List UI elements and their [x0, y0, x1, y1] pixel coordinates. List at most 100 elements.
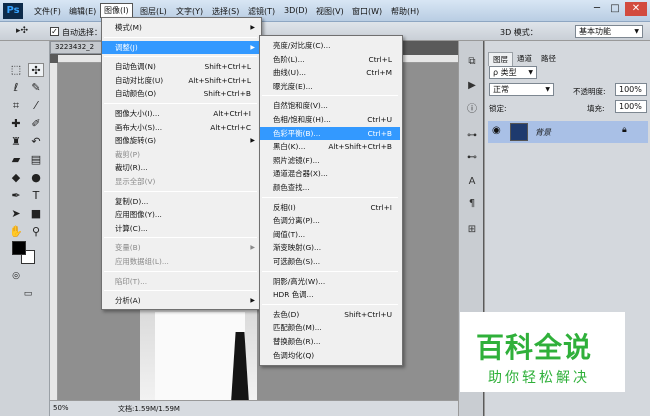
properties-panel-icon[interactable]: ⊞: [465, 223, 479, 237]
dodge-tool-icon[interactable]: ●: [28, 171, 44, 185]
menu-item[interactable]: 去色(D) Shift+Ctrl+U: [260, 308, 400, 321]
tab-paths[interactable]: 路径: [537, 52, 560, 65]
menu-item[interactable]: 通道混合器(X)...: [260, 167, 400, 180]
menu-separator: [262, 270, 398, 272]
quick-select-tool-icon[interactable]: ✎: [28, 81, 44, 95]
menu-item[interactable]: 自动颜色(O) Shift+Ctrl+B: [102, 87, 259, 100]
menu-item[interactable]: 图像大小(I)... Alt+Ctrl+I: [102, 107, 259, 120]
menu-item-label: 自动颜色(O): [115, 89, 157, 99]
menu-item[interactable]: 曲线(U)... Ctrl+M: [260, 66, 400, 79]
menu-item[interactable]: 替换颜色(R)...: [260, 335, 400, 348]
menu-item[interactable]: 阴影/高光(W)...: [260, 275, 400, 288]
healing-brush-tool-icon[interactable]: ✚: [8, 117, 24, 131]
menu-item[interactable]: 匹配颜色(M)...: [260, 321, 400, 334]
hand-tool-icon[interactable]: ✋: [8, 225, 24, 239]
menu-item[interactable]: 反相(I) Ctrl+I: [260, 201, 400, 214]
menu-item[interactable]: 色相/饱和度(H)... Ctrl+U: [260, 113, 400, 126]
eye-icon[interactable]: ◉: [492, 125, 501, 136]
maximize-button[interactable]: □: [606, 2, 624, 16]
info-panel-icon[interactable]: ⓘ: [465, 103, 479, 117]
screen-mode-icon[interactable]: ▭: [20, 287, 36, 301]
path-select-tool-icon[interactable]: ➤: [8, 207, 24, 221]
menu-item[interactable]: 色调均化(Q): [260, 349, 400, 362]
move-tool-icon[interactable]: ✣: [28, 63, 44, 77]
layer-row[interactable]: ◉ 背景 🔒︎: [488, 121, 648, 143]
history-panel-icon[interactable]: ⧉: [465, 55, 479, 69]
menu-item[interactable]: 色彩平衡(B)... Ctrl+B: [260, 126, 400, 140]
lasso-tool-icon[interactable]: ℓ: [8, 81, 24, 95]
menu-item[interactable]: 图像旋转(G) ▶: [102, 134, 259, 147]
menu-item[interactable]: 曝光度(E)...: [260, 80, 400, 93]
menu-item[interactable]: 阈值(T)...: [260, 228, 400, 241]
layer-kind-filter[interactable]: ρ 类型 ▼: [489, 66, 537, 79]
menu-file[interactable]: 文件(F): [31, 5, 64, 18]
menu-item[interactable]: 可选颜色(S)...: [260, 255, 400, 268]
menu-item[interactable]: HDR 色调...: [260, 288, 400, 301]
menu-item[interactable]: 应用图像(Y)...: [102, 208, 259, 221]
menu-item-label: 分析(A): [115, 296, 141, 306]
menu-view[interactable]: 视图(V): [313, 5, 347, 18]
menu-item[interactable]: 画布大小(S)... Alt+Ctrl+C: [102, 121, 259, 134]
minimize-button[interactable]: ─: [588, 2, 606, 16]
move-tool-preset-icon[interactable]: ▸✣: [14, 24, 30, 38]
tab-channels[interactable]: 通道: [513, 52, 536, 65]
adjust-panel-icon[interactable]: ⊶: [465, 129, 479, 143]
menu-item[interactable]: 调整(J) ▶: [102, 40, 259, 54]
menu-item[interactable]: 色调分离(P)...: [260, 214, 400, 227]
menu-item[interactable]: 颜色查找...: [260, 181, 400, 194]
menu-item[interactable]: 自然饱和度(V)...: [260, 99, 400, 112]
menu-item-shortcut: Alt+Ctrl+C: [210, 122, 251, 132]
menu-item[interactable]: 模式(M) ▶: [102, 21, 259, 34]
actions-panel-icon[interactable]: ▶: [465, 79, 479, 93]
menu-item[interactable]: 渐变映射(G)...: [260, 241, 400, 254]
quick-mask-icon[interactable]: ◎: [8, 269, 24, 283]
menu-item[interactable]: 自动对比度(U) Alt+Shift+Ctrl+L: [102, 74, 259, 87]
menu-item[interactable]: 裁切(R)...: [102, 161, 259, 174]
crop-tool-icon[interactable]: ⌗: [8, 99, 24, 113]
gradient-tool-icon[interactable]: ▤: [28, 153, 44, 167]
blend-mode-select[interactable]: 正常 ▼: [489, 83, 554, 96]
blur-tool-icon[interactable]: ◆: [8, 171, 24, 185]
zoom-level[interactable]: 50%: [53, 404, 69, 412]
history-brush-tool-icon[interactable]: ↶: [28, 135, 44, 149]
rectangle-tool-icon[interactable]: ■: [28, 207, 44, 221]
layer-name[interactable]: 背景: [535, 127, 551, 138]
menu-help[interactable]: 帮助(H): [388, 5, 422, 18]
zoom-tool-icon[interactable]: ⚲: [28, 225, 44, 239]
menu-item-label: 通道混合器(X)...: [273, 169, 328, 179]
menu-item[interactable]: 亮度/对比度(C)...: [260, 39, 400, 52]
menu-item[interactable]: 色阶(L)... Ctrl+L: [260, 53, 400, 66]
menu-item[interactable]: 自动色调(N) Shift+Ctrl+L: [102, 60, 259, 73]
fill-input[interactable]: 100%: [615, 100, 647, 113]
brush-panel-icon[interactable]: ⊷: [465, 151, 479, 165]
eyedropper-tool-icon[interactable]: ⁄: [28, 99, 44, 113]
menu-item[interactable]: 照片滤镜(F)...: [260, 154, 400, 167]
clone-stamp-tool-icon[interactable]: ♜: [8, 135, 24, 149]
menu-3d[interactable]: 3D(D): [281, 5, 311, 16]
menu-edit[interactable]: 编辑(E): [66, 5, 99, 18]
foreground-color-swatch[interactable]: [12, 241, 26, 255]
menu-item-label: 陷印(T)...: [115, 276, 148, 286]
menu-item-label: 阴影/高光(W)...: [273, 276, 326, 286]
close-button[interactable]: ✕: [625, 2, 647, 16]
character-panel-icon[interactable]: A: [465, 175, 479, 189]
brush-tool-icon[interactable]: ✐: [28, 117, 44, 131]
type-tool-icon[interactable]: T: [28, 189, 44, 203]
pen-tool-icon[interactable]: ✒: [8, 189, 24, 203]
menu-item[interactable]: 黑白(K)... Alt+Shift+Ctrl+B: [260, 140, 400, 153]
eraser-tool-icon[interactable]: ▰: [8, 153, 24, 167]
menu-image[interactable]: 图像(I): [100, 3, 133, 18]
opacity-input[interactable]: 100%: [615, 83, 647, 96]
marquee-tool-icon[interactable]: ⬚: [8, 63, 24, 77]
auto-select-checkbox[interactable]: ✓: [50, 27, 59, 36]
menu-window[interactable]: 窗口(W): [349, 5, 385, 18]
status-bar: 50% 文档:1.59M/1.59M: [50, 400, 458, 416]
tab-layers[interactable]: 图层: [488, 52, 513, 66]
paragraph-panel-icon[interactable]: ¶: [465, 197, 479, 211]
menu-item-label: 颜色查找...: [273, 183, 310, 192]
menu-item[interactable]: 计算(C)...: [102, 222, 259, 235]
menu-item[interactable]: 分析(A) ▶: [102, 294, 259, 307]
vertical-ruler: [50, 63, 58, 400]
menu-item[interactable]: 复制(D)...: [102, 195, 259, 208]
workspace-select[interactable]: 基本功能 ▼: [575, 25, 643, 38]
